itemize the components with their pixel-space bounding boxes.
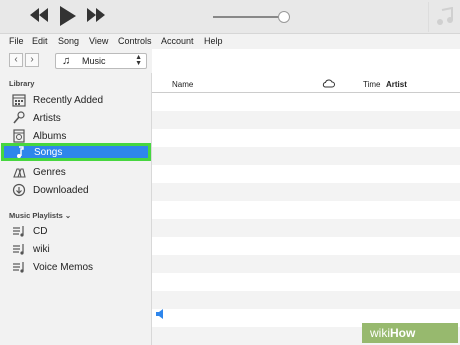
music-note-icon: ♫ [62, 55, 71, 67]
column-time[interactable]: Time [363, 80, 380, 89]
up-down-arrows-icon: ▲ ▼ [135, 54, 142, 67]
play-icon [60, 6, 76, 26]
table-row [152, 129, 460, 147]
now-playing-artwork [428, 2, 460, 32]
playlist-label: Voice Memos [33, 262, 94, 273]
menu-view[interactable]: View [89, 36, 108, 46]
recently-added-icon [12, 94, 26, 107]
forward-button[interactable]: › [25, 53, 39, 67]
sidebar-item-label: Downloaded [33, 185, 89, 196]
sidebar-item-recently-added[interactable]: Recently Added [0, 91, 151, 109]
playlist-icon [13, 244, 24, 255]
speaker-icon [156, 309, 163, 319]
albums-icon [13, 129, 25, 143]
microphone-icon [13, 111, 25, 124]
navigation-row: ‹ › ♫ Music ▲ ▼ [0, 49, 152, 73]
music-note-icon [437, 7, 453, 25]
playlist-item-voice-memos[interactable]: Voice Memos [0, 258, 151, 276]
table-row [152, 93, 460, 111]
menu-account[interactable]: Account [161, 36, 194, 46]
column-name[interactable]: Name [172, 80, 193, 89]
menu-song[interactable]: Song [58, 36, 79, 46]
menu-file[interactable]: File [9, 36, 24, 46]
table-row [152, 291, 460, 309]
back-button[interactable]: ‹ [9, 53, 23, 67]
rewind-button[interactable] [30, 8, 48, 26]
table-row [152, 147, 460, 165]
sidebar-item-songs[interactable]: Songs [1, 143, 151, 161]
playlist-icon [13, 226, 24, 237]
playlist-item-wiki[interactable]: wiki [0, 240, 151, 258]
media-type-select[interactable]: ♫ Music ▲ ▼ [55, 53, 147, 69]
chevron-right-icon: › [30, 54, 34, 65]
rewind-icon [30, 8, 48, 22]
menu-controls[interactable]: Controls [118, 36, 152, 46]
cloud-icon[interactable] [322, 78, 335, 88]
volume-slider[interactable] [213, 11, 290, 23]
fast-forward-icon [87, 8, 105, 22]
library-section-title: Library [9, 79, 35, 88]
download-icon [12, 183, 26, 197]
menu-help[interactable]: Help [204, 36, 223, 46]
music-note-icon [17, 146, 24, 158]
table-row [152, 183, 460, 201]
guitar-icon [13, 168, 26, 178]
playlist-label: wiki [33, 244, 50, 255]
column-artist[interactable]: Artist [386, 80, 407, 89]
fast-forward-button[interactable] [87, 8, 105, 26]
sidebar: Library Recently Added Artists Albums So… [0, 73, 152, 345]
menu-bar: File Edit Song View Controls Account Hel… [0, 34, 460, 49]
table-row [152, 255, 460, 273]
sidebar-item-downloaded[interactable]: Downloaded [0, 181, 151, 199]
sidebar-item-label: Artists [33, 113, 61, 124]
sidebar-item-genres[interactable]: Genres [0, 163, 151, 181]
player-bar [0, 0, 460, 34]
playlists-section-title[interactable]: Music Playlists ⌄ [9, 211, 71, 220]
song-list: Name Time Artist [152, 49, 460, 345]
sidebar-item-label: Songs [34, 147, 63, 158]
table-row [152, 273, 460, 291]
sidebar-item-label: Recently Added [33, 95, 104, 106]
play-button[interactable] [60, 6, 76, 26]
playlist-item-cd[interactable]: CD [0, 222, 151, 240]
chevron-left-icon: ‹ [14, 54, 18, 65]
sidebar-item-artists[interactable]: Artists [0, 109, 151, 127]
playlist-label: CD [33, 226, 48, 237]
wikihow-watermark: wikiHow [362, 323, 458, 343]
column-header-row: Name Time Artist [152, 75, 460, 93]
table-row [152, 219, 460, 237]
song-rows [152, 93, 460, 345]
media-type-label: Music [82, 56, 106, 66]
sidebar-item-label: Albums [33, 131, 67, 142]
menu-edit[interactable]: Edit [32, 36, 48, 46]
table-row [152, 201, 460, 219]
table-row [152, 165, 460, 183]
playlist-icon [13, 262, 24, 273]
table-row [152, 111, 460, 129]
table-row [152, 237, 460, 255]
sidebar-item-label: Genres [33, 167, 66, 178]
volume-knob[interactable] [277, 11, 290, 23]
